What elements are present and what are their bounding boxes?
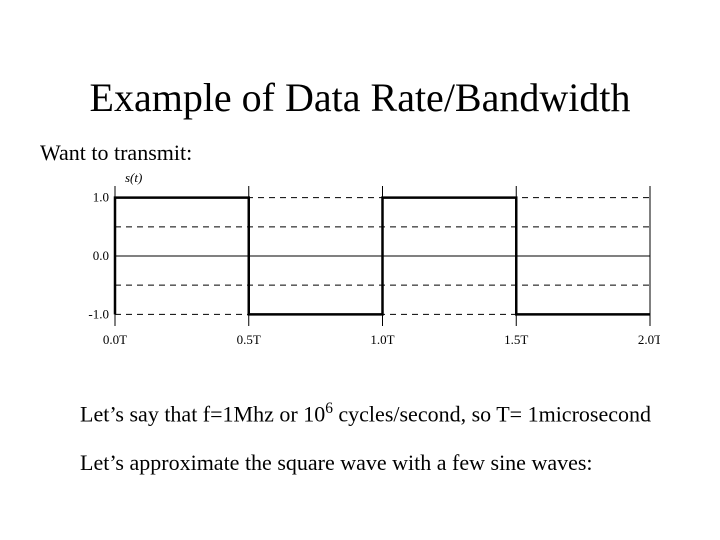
superscript-6: 6 [325, 400, 333, 417]
svg-text:0.0T: 0.0T [103, 332, 127, 347]
subtitle-text: Want to transmit: [40, 140, 192, 166]
square-wave-chart: 1.0 0.0 -1.0 0.0T 0.5T 1.0T 1.5T 2.0T s(t) [70, 168, 660, 348]
page-title: Example of Data Rate/Bandwidth [0, 74, 720, 121]
body-text-2: Let’s approximate the square wave with a… [80, 450, 593, 476]
svg-text:0.5T: 0.5T [237, 332, 261, 347]
svg-text:1.0: 1.0 [93, 190, 109, 205]
body-text-1a: Let’s say that f=1Mhz or 10 [80, 401, 325, 426]
svg-text:-1.0: -1.0 [88, 306, 109, 321]
svg-text:1.5T: 1.5T [504, 332, 528, 347]
body-text-1b: cycles/second, so T= 1microsecond [333, 401, 651, 426]
body-text-1: Let’s say that f=1Mhz or 106 cycles/seco… [80, 400, 651, 427]
svg-text:0.0: 0.0 [93, 248, 109, 263]
svg-text:s(t): s(t) [125, 170, 142, 185]
svg-text:1.0T: 1.0T [370, 332, 394, 347]
svg-text:2.0T: 2.0T [638, 332, 660, 347]
slide: Example of Data Rate/Bandwidth Want to t… [0, 0, 720, 540]
